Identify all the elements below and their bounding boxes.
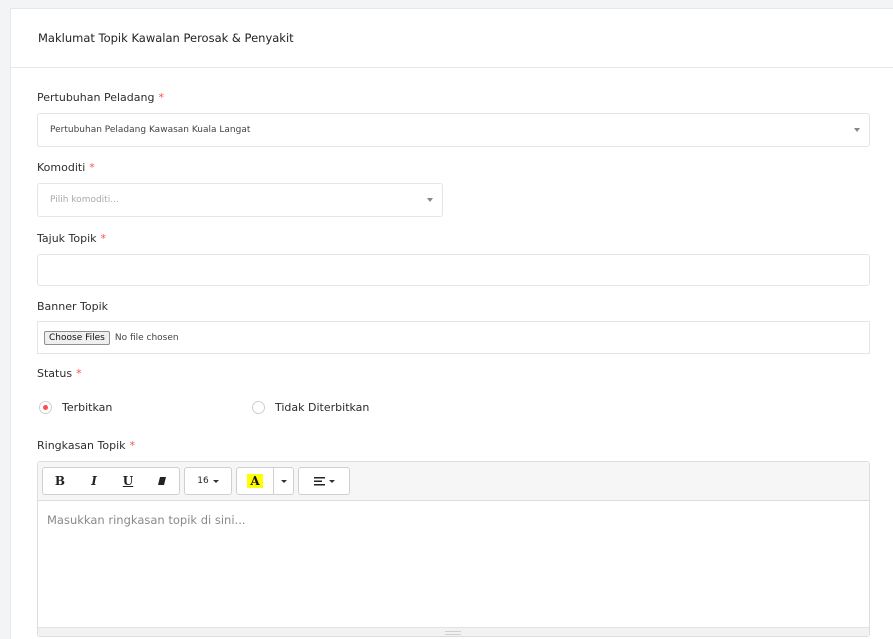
- topic-title-label: Tajuk Topik *: [37, 232, 106, 245]
- required-mark: *: [76, 367, 82, 380]
- organisation-label: Pertubuhan Peladang *: [37, 91, 164, 104]
- status-option-published[interactable]: Terbitkan: [39, 401, 112, 414]
- paragraph-align-dropdown[interactable]: [299, 468, 349, 494]
- text-color-button[interactable]: A: [237, 468, 273, 494]
- color-dropdown-button[interactable]: [273, 468, 293, 494]
- banner-label: Banner Topik: [37, 300, 109, 313]
- font-size-value: 16: [197, 476, 209, 486]
- editor-resize-handle[interactable]: [38, 627, 869, 636]
- file-status-text: No file chosen: [114, 332, 179, 343]
- summary-label-text: Ringkasan Topik: [37, 439, 126, 452]
- caret-down-icon: [328, 479, 335, 483]
- topic-form-card: Maklumat Topik Kawalan Perosak & Penyaki…: [10, 8, 893, 639]
- status-label: Status *: [37, 367, 82, 380]
- underline-button[interactable]: U: [111, 468, 145, 494]
- required-mark: *: [89, 161, 95, 174]
- card-title: Maklumat Topik Kawalan Perosak & Penyaki…: [11, 9, 893, 68]
- commodity-select[interactable]: Pilih komoditi...: [37, 183, 443, 217]
- text-color-icon: A: [247, 474, 263, 488]
- chevron-down-icon: [854, 128, 860, 132]
- summary-label: Ringkasan Topik *: [37, 439, 135, 452]
- editor-placeholder: Masukkan ringkasan topik di sini...: [47, 513, 246, 527]
- organisation-select[interactable]: Pertubuhan Peladang Kawasan Kuala Langat: [37, 113, 870, 147]
- color-group: A: [236, 467, 294, 495]
- topic-title-input[interactable]: [37, 254, 870, 286]
- status-label-text: Status: [37, 367, 73, 380]
- radio-unselected-icon[interactable]: [252, 401, 265, 414]
- commodity-label: Komoditi *: [37, 161, 95, 174]
- bold-button[interactable]: B: [43, 468, 77, 494]
- chevron-down-icon: [427, 198, 433, 202]
- commodity-label-text: Komoditi: [37, 161, 86, 174]
- caret-down-icon: [280, 479, 287, 483]
- clear-format-button[interactable]: [145, 468, 179, 494]
- organisation-label-text: Pertubuhan Peladang: [37, 91, 155, 104]
- format-button-group: B I U: [42, 467, 180, 495]
- font-size-group: 16: [184, 467, 232, 495]
- status-option-label: Terbitkan: [62, 401, 113, 414]
- summary-editor[interactable]: B I U 16 A Masukkan ringkasan topik di s…: [37, 461, 870, 637]
- align-left-icon: [313, 476, 325, 485]
- choose-files-button[interactable]: Choose Files: [44, 330, 110, 345]
- font-size-dropdown[interactable]: 16: [185, 468, 231, 494]
- eraser-icon: [158, 477, 166, 485]
- radio-selected-icon[interactable]: [39, 401, 52, 414]
- topic-title-label-text: Tajuk Topik: [37, 232, 97, 245]
- resize-grip-icon: [445, 631, 461, 635]
- required-mark: *: [158, 91, 164, 104]
- status-option-label: Tidak Diterbitkan: [275, 401, 370, 414]
- banner-file-input[interactable]: Choose Files No file chosen: [37, 321, 870, 354]
- caret-down-icon: [212, 479, 219, 483]
- commodity-placeholder: Pilih komoditi...: [50, 195, 119, 205]
- editor-content-area[interactable]: Masukkan ringkasan topik di sini...: [38, 501, 869, 539]
- italic-button[interactable]: I: [77, 468, 111, 494]
- required-mark: *: [100, 232, 107, 245]
- paragraph-group: [298, 467, 350, 495]
- editor-toolbar: B I U 16 A: [38, 462, 869, 501]
- status-option-unpublished[interactable]: Tidak Diterbitkan: [252, 401, 369, 414]
- organisation-selected-value: Pertubuhan Peladang Kawasan Kuala Langat: [50, 125, 251, 135]
- required-mark: *: [129, 439, 136, 452]
